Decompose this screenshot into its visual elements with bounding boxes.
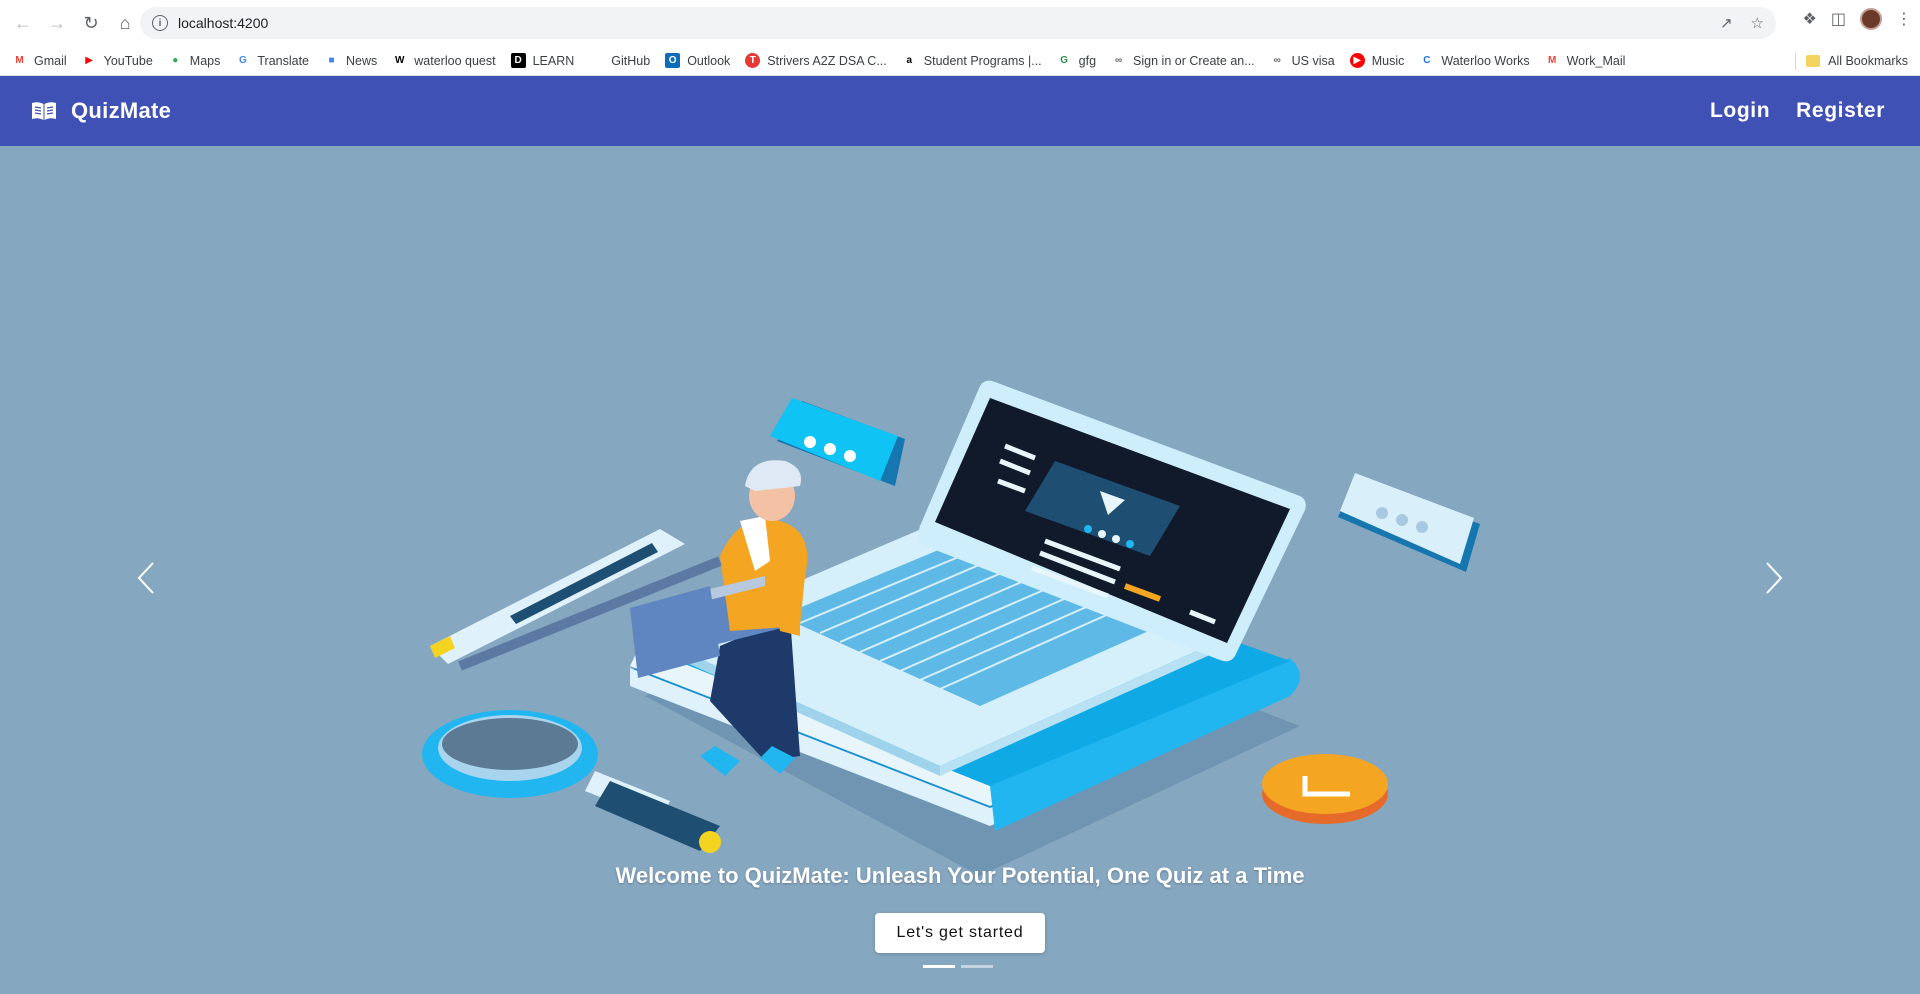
url-text[interactable]: localhost:4200: [178, 15, 268, 31]
waterloo-icon: W: [395, 55, 405, 66]
carousel-indicator-2[interactable]: [961, 965, 993, 968]
translate-icon: G: [238, 55, 247, 66]
bookmark-item[interactable]: D LEARN: [510, 53, 574, 68]
outlook-icon: O: [665, 53, 681, 68]
d2l-icon: D: [510, 53, 526, 68]
side-panel-icon[interactable]: ◫: [1831, 9, 1846, 29]
music-icon: ▶: [1349, 53, 1365, 68]
waterloo-works-icon: C: [1423, 55, 1431, 66]
bookmark-item[interactable]: ▶ Music: [1349, 53, 1404, 68]
app-toolbar: QuizMate Login Register: [0, 76, 1920, 146]
bookmark-item[interactable]: GitHub: [589, 53, 650, 68]
bookmark-item[interactable]: C Waterloo Works: [1419, 53, 1529, 68]
bookmark-item[interactable]: ∞ US visa: [1270, 53, 1335, 68]
bookmark-item[interactable]: ∞ Sign in or Create an...: [1111, 53, 1255, 68]
maps-icon: ●: [172, 55, 179, 66]
home-icon[interactable]: ⌂: [110, 8, 140, 38]
tuf-icon: T: [745, 53, 761, 68]
bookmark-item[interactable]: M Work_Mail: [1545, 53, 1625, 68]
login-button[interactable]: Login: [1706, 93, 1774, 129]
carousel-prev-button[interactable]: [126, 548, 166, 608]
github-icon: [589, 53, 604, 68]
folder-icon: [1806, 54, 1821, 67]
link-icon: ∞: [1114, 55, 1123, 66]
brand-name[interactable]: QuizMate: [71, 98, 171, 124]
chevron-left-icon: [137, 562, 154, 594]
news-icon: ■: [328, 55, 335, 66]
bookmark-item[interactable]: O Outlook: [665, 53, 730, 68]
youtube-icon: ▶: [85, 55, 93, 66]
get-started-button[interactable]: Let's get started: [875, 913, 1045, 953]
bookmarks-bar: M Gmail ▶ YouTube ● Maps G Translate ■ News Wwater…: [0, 46, 1920, 76]
register-button[interactable]: Register: [1792, 93, 1889, 129]
hero-caption: Welcome to QuizMate: Unleash Your Potent…: [615, 863, 1305, 888]
bookmark-item[interactable]: M Gmail: [12, 53, 66, 68]
carousel-indicator-1[interactable]: [923, 965, 955, 968]
bookmark-item[interactable]: ● Maps: [168, 53, 220, 68]
bookmark-item[interactable]: Wwaterloo quest: [392, 53, 496, 68]
reload-icon[interactable]: ↻: [76, 8, 106, 38]
all-bookmarks-button[interactable]: All Bookmarks: [1806, 54, 1908, 68]
bookmark-item[interactable]: T Strivers A2Z DSA C...: [745, 53, 887, 68]
amazon-icon: a: [906, 55, 913, 66]
bookmark-item[interactable]: ■ News: [324, 53, 377, 68]
gmail-icon: M: [15, 55, 24, 66]
forward-icon[interactable]: →: [42, 8, 72, 38]
gfg-icon: G: [1060, 55, 1069, 66]
hero-carousel: Welcome to QuizMate: Unleash Your Potent…: [0, 146, 1920, 994]
profile-avatar[interactable]: [1860, 8, 1882, 30]
address-bar[interactable]: i localhost:4200 ↗ ☆: [140, 7, 1776, 39]
bookmark-item[interactable]: ▶ YouTube: [82, 53, 152, 68]
bookmark-item[interactable]: a Student Programs |...: [902, 53, 1041, 68]
bookmark-item[interactable]: G Translate: [235, 53, 309, 68]
site-info-icon[interactable]: i: [152, 15, 168, 31]
back-icon[interactable]: ←: [8, 8, 38, 38]
gmail-icon: M: [1547, 55, 1557, 66]
hero-illustration: [422, 380, 1480, 876]
bookmark-item[interactable]: Ggfg: [1057, 53, 1096, 68]
extensions-icon[interactable]: ❖: [1803, 9, 1817, 29]
book-icon: [32, 102, 56, 120]
browser-toolbar: ← → ↻ ⌂ i localhost:4200 ↗ ☆ ❖ ◫ ⋮: [0, 0, 1920, 46]
chevron-right-icon: [1766, 562, 1783, 594]
link-icon: ∞: [1273, 55, 1281, 66]
carousel-indicators: [923, 965, 993, 968]
browser-menu-icon[interactable]: ⋮: [1896, 9, 1912, 29]
share-icon[interactable]: ↗: [1720, 14, 1733, 32]
bookmark-star-icon[interactable]: ☆: [1751, 14, 1764, 32]
carousel-next-button[interactable]: [1754, 548, 1794, 608]
